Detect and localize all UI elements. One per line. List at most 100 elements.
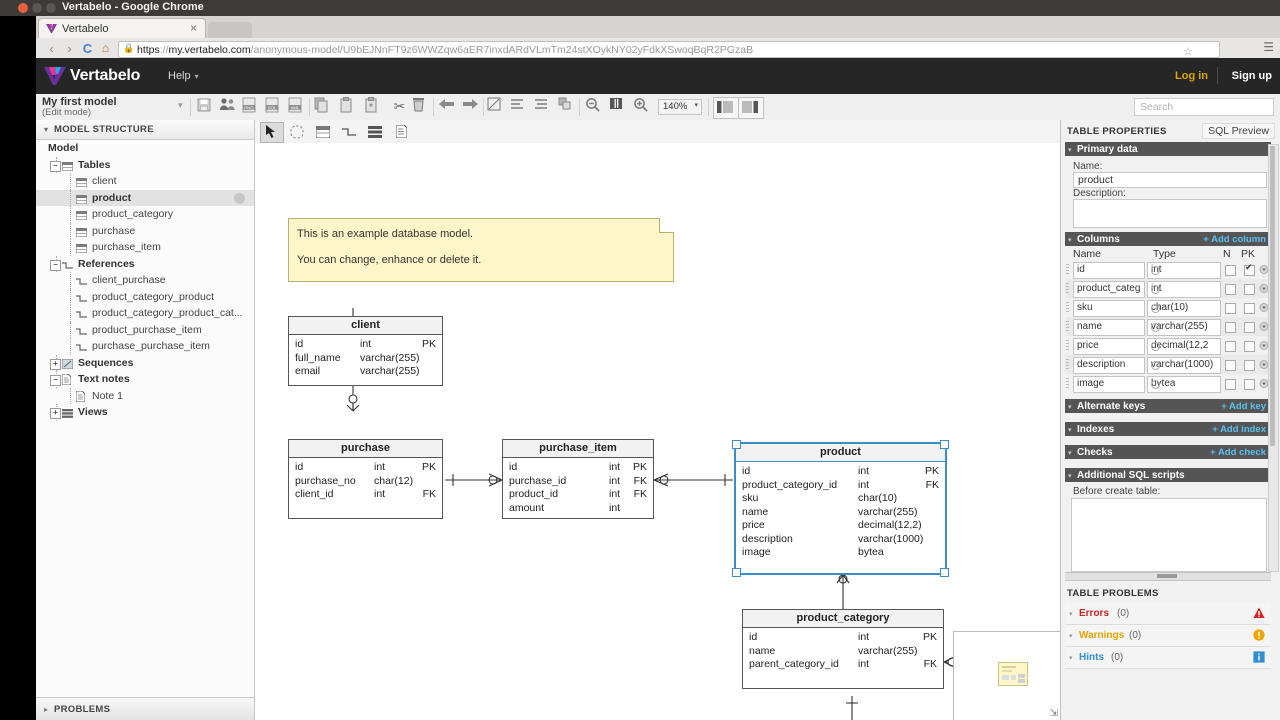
section-alternate-keys[interactable]: ▾ Alternate keys + Add key	[1065, 399, 1271, 413]
tree-toggle-icon[interactable]: +	[50, 358, 61, 370]
back-icon[interactable]: ‹	[44, 41, 59, 56]
drag-handle-icon[interactable]	[1066, 302, 1069, 313]
panel-splitter[interactable]	[1065, 572, 1271, 581]
section-columns[interactable]: ▾ Columns + Add column	[1065, 232, 1271, 246]
zoom-in-icon[interactable]	[633, 97, 654, 117]
diagram-note[interactable]: This is an example database model. You c…	[288, 218, 674, 282]
add-view-tool[interactable]	[364, 122, 386, 141]
table-product[interactable]: product id int PK product_category_id int FK…	[732, 440, 949, 577]
type-picker-icon[interactable]	[1151, 342, 1160, 351]
tree-toggle-icon[interactable]: −	[50, 259, 61, 271]
add-check-button[interactable]: + Add check	[1210, 447, 1266, 458]
diagram-canvas[interactable]: This is an example database model. You c…	[255, 143, 1060, 720]
problem-row-hints[interactable]: ▾ Hints (0)	[1065, 647, 1271, 669]
resize-handle-tl[interactable]	[732, 440, 741, 449]
column-nullable-checkbox[interactable]	[1225, 303, 1236, 314]
window-controls[interactable]	[18, 3, 56, 13]
table-product-category[interactable]: product_category id int PK name varchar(255…	[742, 609, 944, 689]
type-picker-icon[interactable]	[1151, 304, 1160, 313]
drag-handle-icon[interactable]	[1066, 378, 1069, 389]
scrollbar-thumb[interactable]	[1270, 146, 1275, 446]
column-row[interactable]: idint×	[1065, 260, 1279, 279]
type-picker-icon[interactable]	[1151, 285, 1160, 294]
align-icon[interactable]	[510, 97, 531, 117]
tree-item-purchase[interactable]: purchase	[36, 222, 254, 239]
tree-item-references[interactable]: − References	[36, 255, 254, 272]
column-name-input[interactable]: id	[1073, 262, 1145, 279]
column-nullable-checkbox[interactable]	[1225, 265, 1236, 276]
tab-close-icon[interactable]: ×	[190, 21, 197, 35]
paste-special-icon[interactable]	[364, 97, 385, 117]
model-structure-header[interactable]: ▾ MODEL STRUCTURE	[36, 120, 254, 140]
resize-handle-tr[interactable]	[940, 440, 949, 449]
problem-row-errors[interactable]: ▾ Errors (0)	[1065, 603, 1271, 625]
tree-toggle-icon[interactable]: −	[50, 375, 61, 386]
tree-item-tables[interactable]: − Tables	[36, 156, 254, 173]
tree-item-purchase-item[interactable]: purchase_item	[36, 239, 254, 256]
table-name-input[interactable]: product	[1073, 172, 1267, 188]
tree-item-client[interactable]: client	[36, 173, 254, 190]
home-icon[interactable]: ⌂	[98, 41, 113, 55]
section-indexes[interactable]: ▾ Indexes + Add index	[1065, 422, 1271, 436]
fit-to-screen-icon[interactable]	[609, 97, 630, 117]
copy-icon[interactable]	[314, 97, 335, 117]
add-table-tool[interactable]	[312, 122, 334, 141]
cut-icon[interactable]: ✂	[389, 97, 410, 117]
tree-item-product-purchase-item[interactable]: product_purchase_item	[36, 321, 254, 338]
tree-item-views[interactable]: + Views	[36, 404, 254, 421]
signup-link[interactable]: Sign up	[1232, 70, 1272, 82]
resize-handle-bl[interactable]	[732, 568, 741, 577]
model-menu-caret-icon[interactable]: ▾	[178, 100, 183, 111]
tree-toggle-icon[interactable]: −	[50, 160, 61, 172]
close-window-icon[interactable]	[18, 3, 28, 13]
drag-handle-icon[interactable]	[1066, 359, 1069, 370]
column-row[interactable]: descriptionvarchar(1000)×	[1065, 355, 1279, 374]
reload-icon[interactable]: C	[80, 41, 95, 56]
drag-handle-icon[interactable]	[1066, 340, 1069, 351]
column-type-input[interactable]: bytea	[1147, 376, 1221, 393]
add-note-tool[interactable]	[390, 122, 412, 141]
canvas-minimap[interactable]: ⇲	[953, 631, 1060, 720]
forward-icon[interactable]: ›	[62, 41, 77, 56]
column-pk-checkbox[interactable]	[1244, 379, 1255, 390]
toggle-right-panel-icon[interactable]	[738, 97, 764, 119]
add-column-button[interactable]: + Add column	[1203, 234, 1266, 245]
tree-root-model[interactable]: Model	[36, 140, 254, 157]
problems-footer[interactable]: ▸ PROBLEMS	[36, 697, 254, 720]
resize-handle-br[interactable]	[940, 568, 949, 577]
column-row[interactable]: skuchar(10)×	[1065, 298, 1279, 317]
undo-icon[interactable]	[438, 97, 459, 117]
column-name-input[interactable]: description	[1073, 357, 1145, 374]
section-checks[interactable]: ▾ Checks + Add check	[1065, 445, 1271, 459]
distribute-icon[interactable]	[534, 97, 555, 117]
sql-preview-button[interactable]: SQL Preview	[1202, 123, 1275, 139]
minimize-window-icon[interactable]	[32, 3, 42, 13]
before-create-textarea[interactable]	[1071, 498, 1267, 572]
problem-row-warnings[interactable]: ▾ Warnings (0)	[1065, 625, 1271, 647]
column-pk-checkbox[interactable]	[1244, 284, 1255, 295]
column-name-input[interactable]: image	[1073, 376, 1145, 393]
gear-icon[interactable]	[234, 192, 245, 204]
help-menu[interactable]: Help ▾	[168, 70, 199, 82]
maximize-window-icon[interactable]	[46, 3, 56, 13]
arrange-icon[interactable]	[558, 97, 579, 117]
select-tool[interactable]	[260, 122, 284, 143]
export-sql-icon[interactable]: SQL	[265, 97, 286, 117]
paste-icon[interactable]	[339, 97, 360, 117]
column-type-input[interactable]: decimal(12,2	[1147, 338, 1221, 355]
browser-menu-icon[interactable]: ☰	[1263, 40, 1274, 54]
column-type-input[interactable]: varchar(1000)	[1147, 357, 1221, 374]
address-bar[interactable]: 🔒 https://my.vertabelo.com/anonymous-mod…	[118, 41, 1220, 58]
table-purchase-item[interactable]: purchase_item id int PK purchase_id int FK p…	[502, 439, 654, 519]
column-name-input[interactable]: sku	[1073, 300, 1145, 317]
tree-item-product[interactable]: product	[36, 189, 254, 206]
column-row[interactable]: pricedecimal(12,2×	[1065, 336, 1279, 355]
login-link[interactable]: Log in	[1175, 70, 1208, 82]
tree-item-product-category[interactable]: product_category	[36, 206, 254, 223]
column-type-input[interactable]: int	[1147, 262, 1221, 279]
column-row[interactable]: namevarchar(255)×	[1065, 317, 1279, 336]
column-nullable-checkbox[interactable]	[1225, 379, 1236, 390]
type-picker-icon[interactable]	[1151, 361, 1160, 370]
browser-tab-vertabelo[interactable]: Vertabelo ×	[38, 18, 206, 39]
delete-icon[interactable]	[412, 97, 433, 117]
